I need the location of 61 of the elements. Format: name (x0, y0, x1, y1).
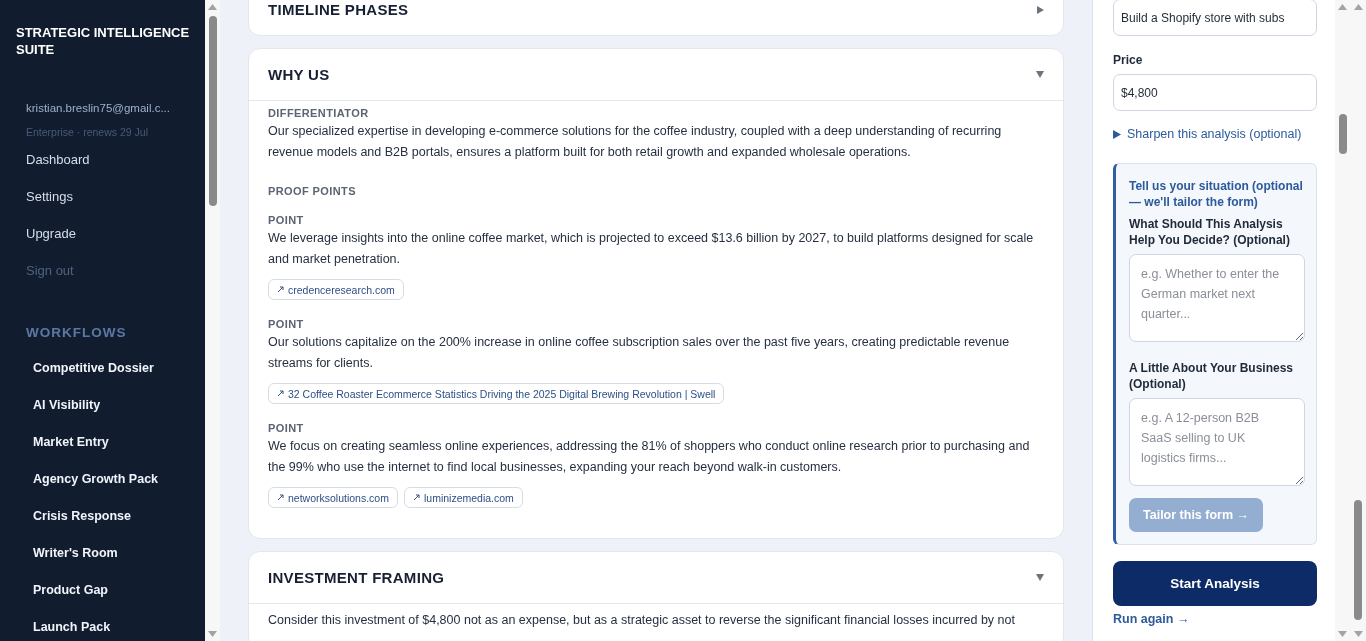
workflow-link[interactable]: Crisis Response (33, 508, 131, 524)
sharpen-toggle[interactable]: Sharpen this analysis (optional) (1113, 127, 1302, 141)
field-label: POINT (268, 317, 305, 331)
scrollbar[interactable] (205, 0, 220, 641)
panel-heading: Tell us your situation (optional — we'll tailor the form) (1129, 178, 1304, 210)
external-link-icon (277, 390, 284, 397)
field-label: A Little About Your Business (Optional) (1129, 360, 1294, 392)
workflow-link[interactable]: AI Visibility (33, 397, 101, 413)
workflow-link[interactable]: Product Gap (33, 582, 108, 598)
differentiator-text: Our specialized expertise in developing e-commerce solutions for the coffee industry, coupled with a deep understanding of recurring revenue models and B2B portals, ensures a platform built for both retail growth and expanded wholesale operations. (268, 123, 1003, 161)
field-label: PROOF POINTS (268, 184, 357, 198)
source-link[interactable]: luminizemedia.com (403, 487, 523, 508)
point-text: We focus on creating seamless online experiences, addressing the 81% of shoppers who conduct online research prior to purchasing and the 99% who use the internet to find local businesses, expanding your reach beyond walk-in customers. (268, 438, 1031, 476)
section-title: INVESTMENT FRAMING (268, 569, 445, 586)
external-link-icon (412, 494, 420, 501)
section-header[interactable]: INVESTMENT FRAMING (249, 552, 1063, 604)
plan-status: Enterprise · renews 29 Jul (26, 126, 149, 138)
caret-down-icon[interactable] (1036, 71, 1044, 78)
external-link-icon (277, 494, 284, 501)
workflow-link[interactable]: Market Entry (33, 434, 109, 450)
source-link[interactable]: credenceresearch.com (268, 279, 404, 300)
scroll-up-icon[interactable] (208, 4, 217, 10)
nav-link[interactable]: Upgrade (26, 226, 76, 242)
source-link[interactable]: 32 Coffee Roaster Ecommerce Statistics Driving the 2025 Digital Brewing Revolution | Swell (268, 383, 725, 404)
section-header[interactable]: WHY US (249, 49, 1063, 101)
caret-right-icon[interactable] (1037, 5, 1044, 14)
external-link-icon (277, 286, 284, 293)
point-text: We leverage insights into the online coffee market, which is projected to exceed $13.6 billion by 2027, to build platforms designed for scale and market penetration. (268, 230, 1035, 268)
text-area[interactable]: e.g. A 12-person B2B SaaS selling to UK logistics firms... (1129, 398, 1305, 486)
run-again-link[interactable]: Run again → (1113, 612, 1190, 626)
scrollbar-thumb[interactable] (1354, 500, 1363, 620)
text-field[interactable]: $4,800 (1113, 74, 1317, 111)
text-area[interactable]: e.g. Whether to enter the German market next quarter... (1129, 254, 1305, 342)
scroll-down-icon[interactable] (208, 631, 217, 637)
workflow-link[interactable]: Competitive Dossier (33, 360, 154, 376)
field-label: POINT (268, 421, 305, 435)
field-label: DIFFERENTIATOR (268, 106, 370, 120)
account-email: kristian.breslin75@gmail.c... (26, 102, 171, 114)
section-title: WHY US (268, 66, 330, 83)
text-field[interactable]: Build a Shopify store with subs (1113, 0, 1317, 36)
section-header[interactable]: TIMELINE PHASES (249, 0, 1063, 35)
app-title: STRATEGIC INTELLIGENCE SUITE (16, 24, 191, 58)
field-label: Price (1113, 53, 1144, 67)
workflow-link[interactable]: Writer's Room (33, 545, 118, 561)
workflow-link[interactable]: Agency Growth Pack (33, 471, 159, 487)
body-text: Consider this investment of $4,800 not as an expense, but as a strategic asset to reverse the significant financial losses incurred by not (268, 612, 1016, 629)
section-title: TIMELINE PHASES (268, 1, 409, 18)
section-heading: WORKFLOWS (26, 325, 128, 340)
scrollbar-thumb[interactable] (208, 16, 217, 206)
workflow-link[interactable]: Launch Pack (33, 619, 111, 635)
source-link[interactable]: networksolutions.com (268, 487, 398, 508)
field-label: POINT (268, 213, 305, 227)
caret-right-icon (1113, 129, 1121, 139)
start-analysis-button[interactable]: Start Analysis (1113, 561, 1317, 606)
point-text: Our solutions capitalize on the 200% increase in online coffee subscription sales over the past five years, creating predictable revenue streams for clients. (268, 334, 1011, 372)
scrollbar-thumb[interactable] (1338, 114, 1347, 154)
nav-link[interactable]: Settings (26, 189, 73, 205)
field-label: What Should This Analysis Help You Decide? (Optional) (1129, 216, 1291, 248)
scrollbar[interactable] (1335, 0, 1351, 641)
nav-link[interactable]: Dashboard (26, 152, 90, 168)
caret-down-icon[interactable] (1036, 574, 1044, 581)
